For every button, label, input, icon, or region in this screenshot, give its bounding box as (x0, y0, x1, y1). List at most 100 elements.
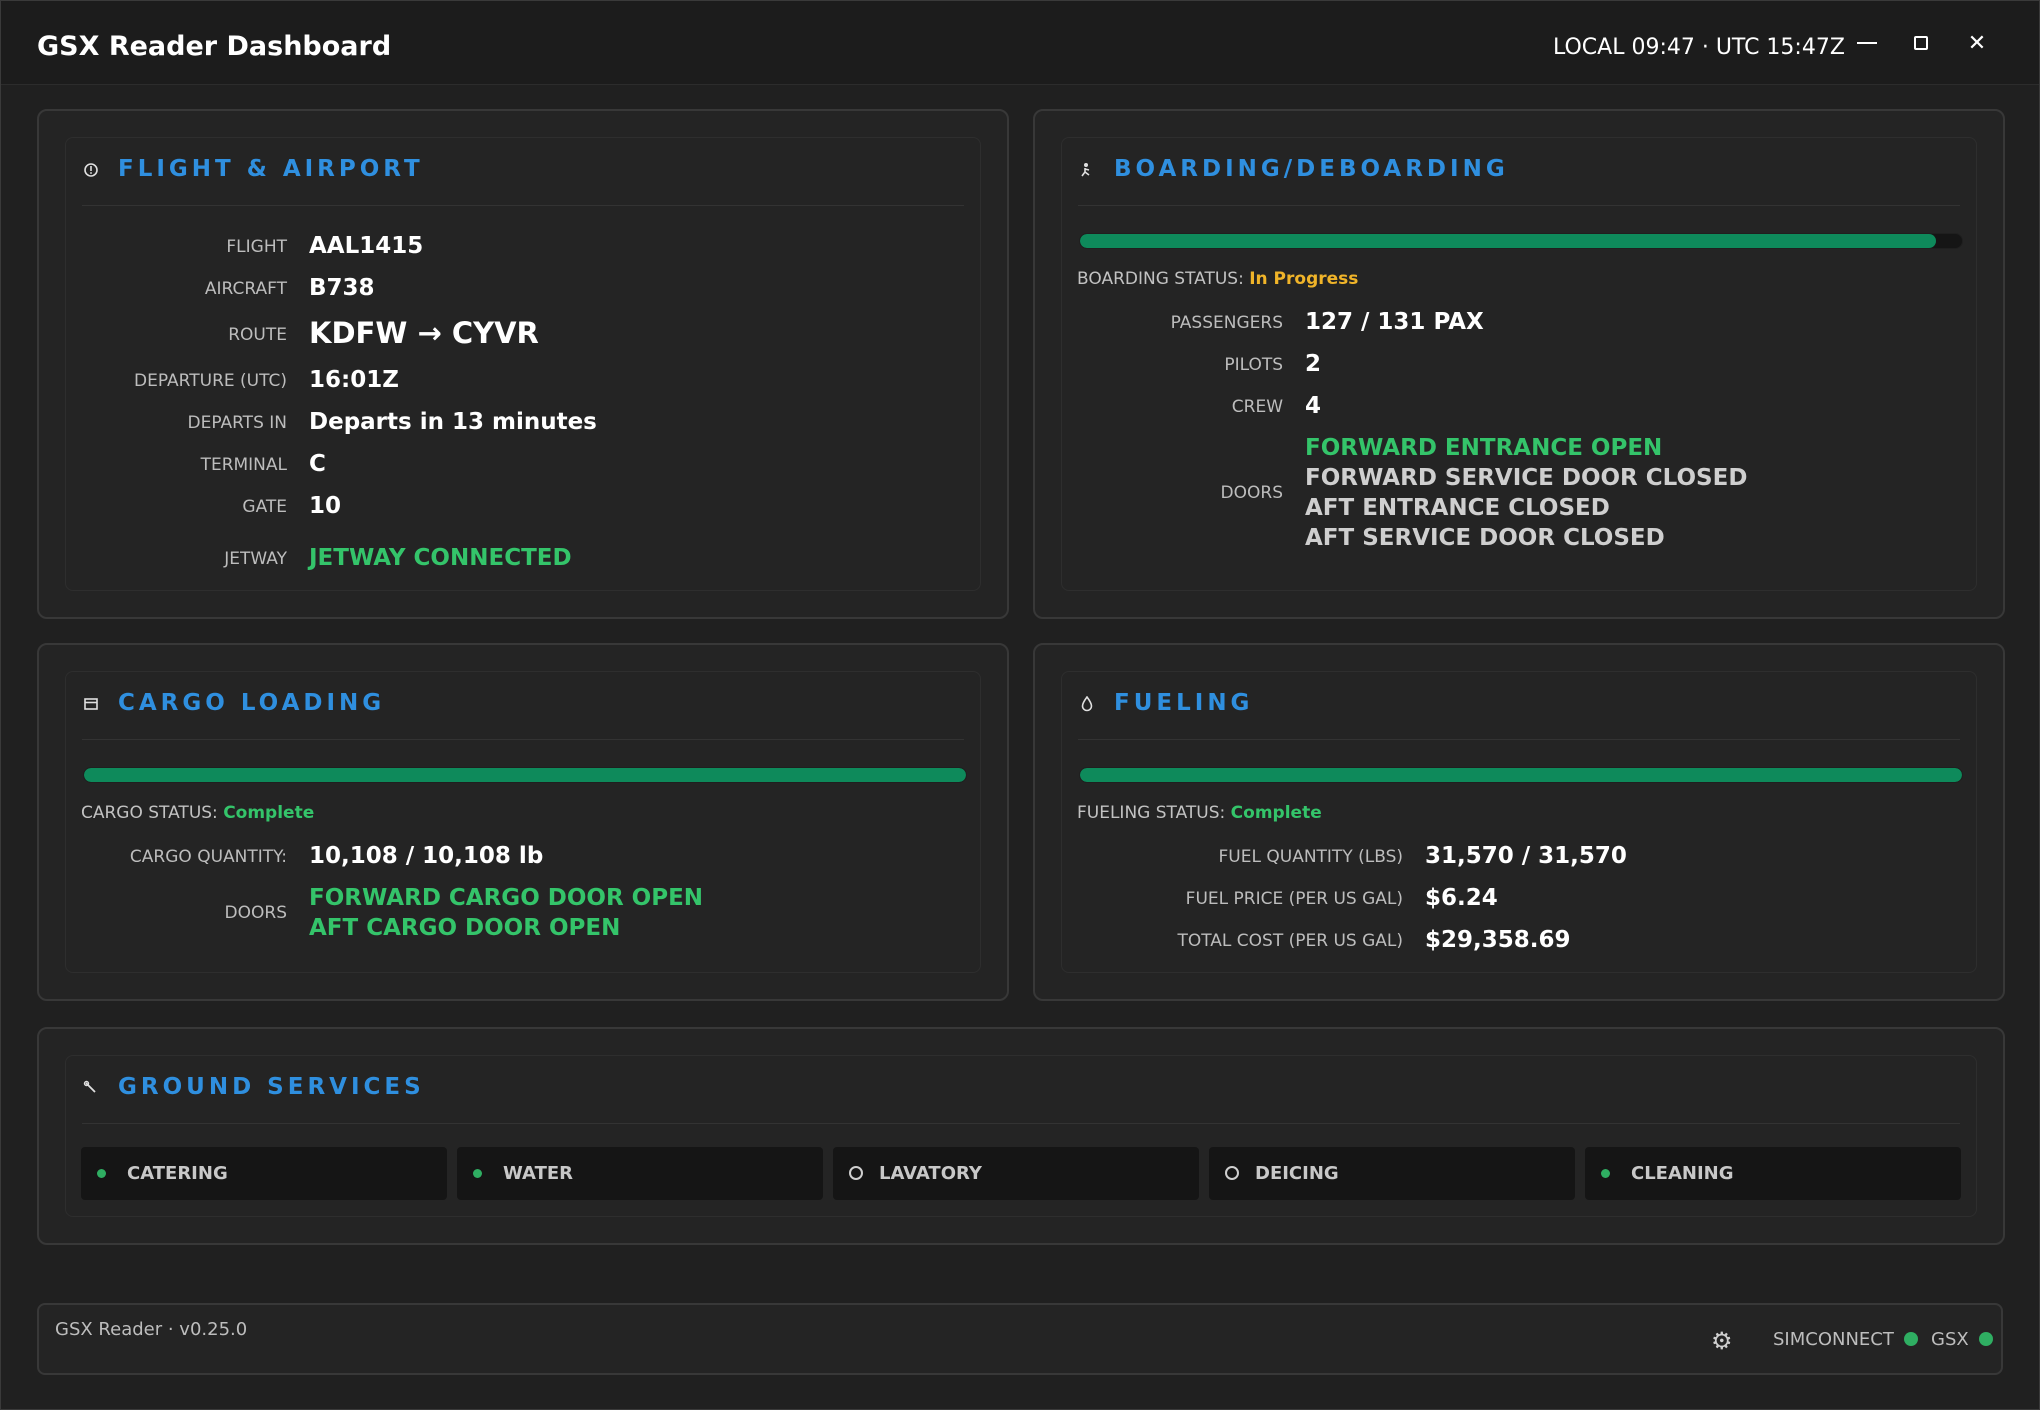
cargo-progress-fill (84, 768, 966, 782)
gsx-label: GSX (1931, 1329, 1969, 1350)
pilots-label: PILOTS (1224, 355, 1283, 375)
fueling-progress-bar (1079, 767, 1963, 783)
boarding-status-label: BOARDING STATUS: (1077, 269, 1244, 289)
maximize-button[interactable] (1899, 23, 1943, 63)
service-label: LAVATORY (879, 1163, 982, 1184)
flight-label: FLIGHT (226, 237, 287, 257)
service-lavatory[interactable]: LAVATORY (833, 1147, 1199, 1200)
minimize-icon (1857, 42, 1877, 44)
flight-airport-panel: FLIGHT & AIRPORT (65, 137, 981, 591)
app-window: GSX Reader Dashboard LOCAL 09:47 · UTC 1… (0, 0, 2040, 1410)
cargo-status-label: CARGO STATUS: (81, 803, 218, 823)
fueling-header: FUELING (1078, 690, 1960, 740)
clock-readout: LOCAL 09:47 · UTC 15:47Z (1553, 35, 1845, 60)
service-status-dot (473, 1169, 482, 1178)
simconnect-status: SIMCONNECT (1773, 1329, 1918, 1350)
gate-label: GATE (242, 497, 287, 517)
service-label: WATER (503, 1163, 574, 1184)
boarding-card: BOARDING/DEBOARDING BOARDING STATUS: In … (1033, 109, 2005, 619)
cargo-status-line: CARGO STATUS: Complete (81, 803, 314, 823)
fueling-status-line: FUELING STATUS: Complete (1077, 803, 1322, 823)
minimize-button[interactable] (1845, 23, 1889, 63)
maximize-icon (1914, 36, 1928, 50)
boarding-progress-fill (1080, 234, 1936, 248)
fueling-title: FUELING (1114, 690, 1254, 716)
gsx-status: GSX (1931, 1329, 1993, 1350)
app-title: GSX Reader Dashboard (37, 31, 392, 62)
simconnect-status-dot (1903, 1332, 1918, 1346)
boarding-header: BOARDING/DEBOARDING (1078, 156, 1960, 206)
terminal-value: C (309, 451, 326, 477)
gate-value: 10 (309, 493, 342, 519)
jetway-status: JETWAY CONNECTED (309, 545, 572, 571)
boarding-progress-bar (1079, 233, 1963, 249)
service-deicing[interactable]: DEICING (1209, 1147, 1575, 1200)
boarding-title: BOARDING/DEBOARDING (1114, 156, 1509, 182)
gsx-status-dot (1978, 1332, 1993, 1346)
cargo-progress-bar (83, 767, 967, 783)
passengers-label: PASSENGERS (1170, 313, 1283, 333)
service-water[interactable]: WATER (457, 1147, 823, 1200)
boarding-status-line: BOARDING STATUS: In Progress (1077, 269, 1358, 289)
service-label: DEICING (1255, 1163, 1339, 1184)
boarding-panel: BOARDING/DEBOARDING (1061, 137, 1977, 591)
title-bar: GSX Reader Dashboard LOCAL 09:47 · UTC 1… (1, 1, 2039, 85)
forward-entrance-status: FORWARD ENTRANCE OPEN (1305, 435, 1663, 461)
service-status-dot (1601, 1169, 1610, 1178)
cargo-doors-label: DOORS (224, 903, 287, 923)
departure-label: DEPARTURE (UTC) (134, 371, 287, 391)
cargo-status-value: Complete (223, 803, 315, 823)
ground-services-header: GROUND SERVICES (82, 1074, 1960, 1124)
service-status-dot (849, 1166, 863, 1180)
service-label: CATERING (127, 1163, 228, 1184)
flight-value: AAL1415 (309, 233, 424, 259)
fueling-status-label: FUELING STATUS: (1077, 803, 1226, 823)
service-label: CLEANING (1631, 1163, 1734, 1184)
person-walking-icon (1078, 162, 1096, 180)
flight-airport-header: FLIGHT & AIRPORT (82, 156, 964, 206)
route-label: ROUTE (228, 325, 287, 345)
ground-services-card: GROUND SERVICES (37, 1027, 2005, 1245)
ground-services-title: GROUND SERVICES (118, 1074, 425, 1100)
fuel-price-label: FUEL PRICE (PER US GAL) (1185, 889, 1403, 909)
simconnect-label: SIMCONNECT (1773, 1329, 1894, 1350)
wrench-icon (82, 1080, 100, 1098)
close-button[interactable]: ✕ (1955, 23, 1999, 63)
status-footer: GSX Reader · v0.25.0 ⚙ SIMCONNECT GSX (37, 1303, 2003, 1375)
service-status-dot (1225, 1166, 1239, 1180)
terminal-label: TERMINAL (200, 455, 287, 475)
cargo-quantity-value: 10,108 / 10,108 lb (309, 843, 544, 869)
fuel-price-value: $6.24 (1425, 885, 1498, 911)
boarding-status-value: In Progress (1249, 269, 1359, 289)
cargo-card: CARGO LOADING CARGO STATUS: Complete CAR… (37, 643, 1009, 1001)
gear-icon[interactable]: ⚙ (1711, 1327, 1733, 1355)
fueling-card: FUELING FUELING STATUS: Complete FUEL QU… (1033, 643, 2005, 1001)
jetway-label: JETWAY (224, 549, 287, 569)
package-icon (82, 696, 100, 714)
fueling-progress-fill (1080, 768, 1962, 782)
cargo-quantity-label: CARGO QUANTITY: (129, 847, 287, 867)
aircraft-label: AIRCRAFT (204, 279, 287, 299)
service-status-dot (97, 1169, 106, 1178)
crew-label: CREW (1231, 397, 1283, 417)
fuel-quantity-label: FUEL QUANTITY (LBS) (1218, 847, 1403, 867)
route-value: KDFW → CYVR (309, 316, 539, 350)
close-icon: ✕ (1967, 30, 1987, 56)
cargo-title: CARGO LOADING (118, 690, 386, 716)
crew-value: 4 (1305, 393, 1322, 419)
info-icon (82, 162, 100, 180)
departure-value: 16:01Z (309, 367, 399, 393)
flight-airport-title: FLIGHT & AIRPORT (118, 156, 424, 182)
fuel-quantity-value: 31,570 / 31,570 (1425, 843, 1627, 869)
aft-service-door-status: AFT SERVICE DOOR CLOSED (1305, 525, 1665, 551)
pilots-value: 2 (1305, 351, 1322, 377)
service-catering[interactable]: CATERING (81, 1147, 447, 1200)
fuel-drop-icon (1078, 695, 1096, 714)
aft-entrance-status: AFT ENTRANCE CLOSED (1305, 495, 1610, 521)
total-cost-value: $29,358.69 (1425, 927, 1571, 953)
service-cleaning[interactable]: CLEANING (1585, 1147, 1961, 1200)
total-cost-label: TOTAL COST (PER US GAL) (1177, 931, 1403, 951)
aircraft-value: B738 (309, 275, 375, 301)
departs-in-value: Departs in 13 minutes (309, 409, 597, 435)
aft-cargo-door-status: AFT CARGO DOOR OPEN (309, 915, 621, 941)
